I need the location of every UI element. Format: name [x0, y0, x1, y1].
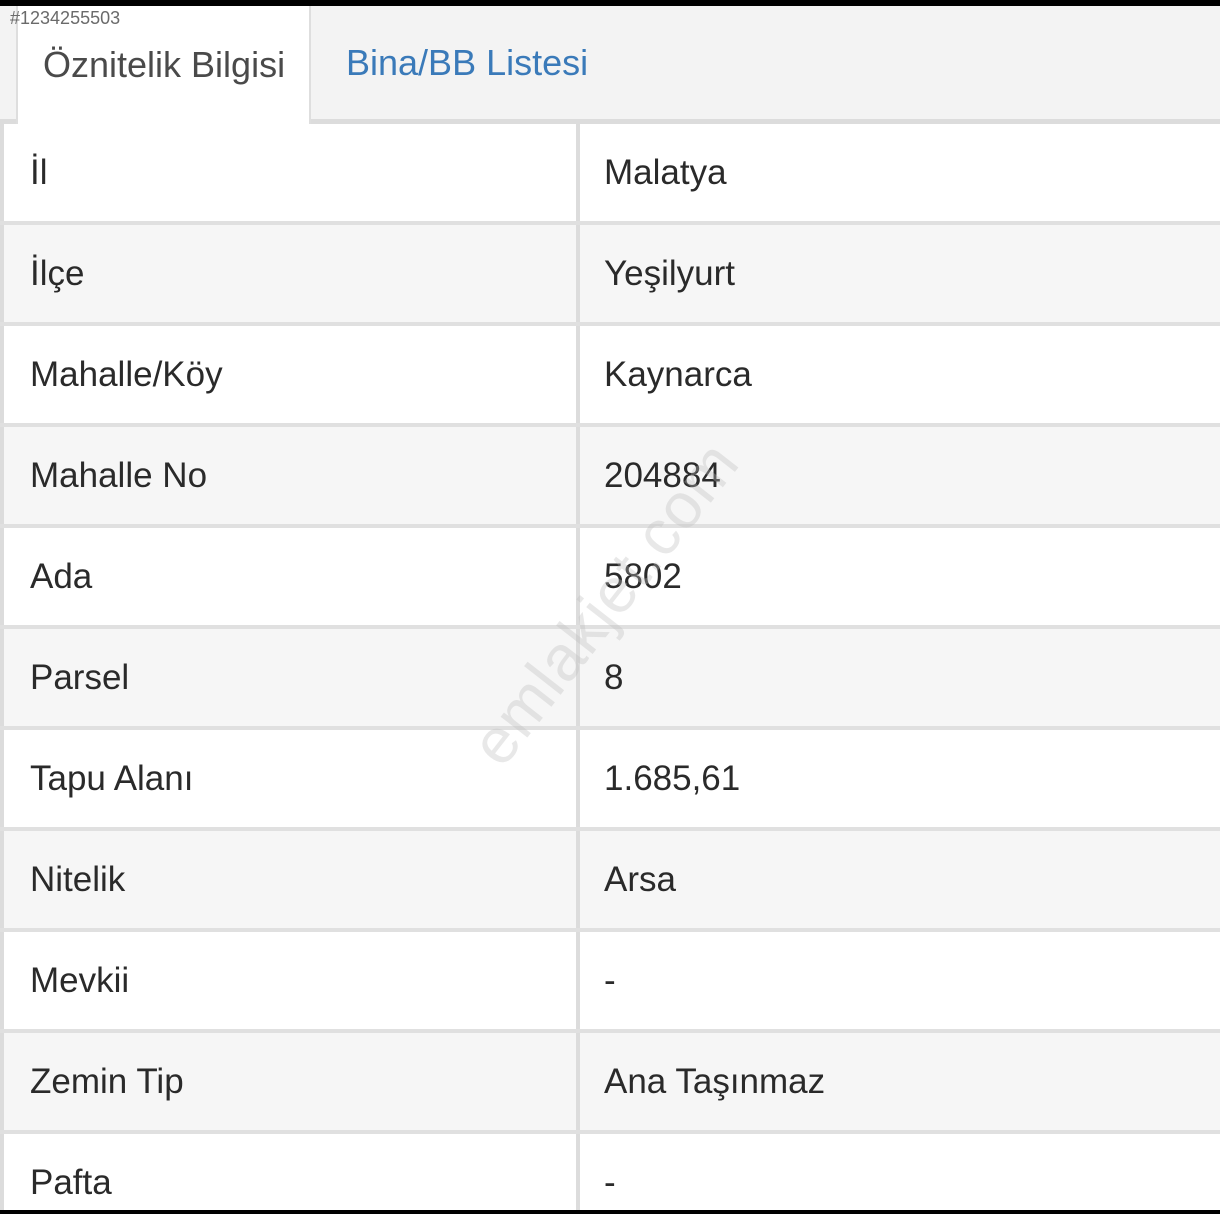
row-label: Zemin Tip	[0, 1033, 580, 1130]
row-label: Pafta	[0, 1134, 580, 1210]
row-value: 204884	[604, 455, 721, 495]
row-value: Yeşilyurt	[604, 253, 735, 293]
row-value: Arsa	[604, 859, 676, 899]
row-value: 8	[604, 657, 624, 697]
tab-bar: Öznitelik Bilgisi Bina/BB Listesi	[0, 6, 1220, 124]
row-value: 5802	[604, 556, 682, 596]
listing-id: #1234255503	[10, 8, 121, 28]
row-label: Mahalle/Köy	[0, 326, 580, 423]
row-value: -	[604, 960, 616, 1000]
attribute-table: İl Malatya İlçe Yeşilyurt Mahalle/Köy Ka…	[0, 124, 1220, 1210]
table-row: Parsel 8	[0, 629, 1220, 730]
table-row: İlçe Yeşilyurt	[0, 225, 1220, 326]
screen: #1234255503 Öznitelik Bilgisi Bina/BB Li…	[0, 6, 1220, 1210]
row-label: Nitelik	[0, 831, 580, 928]
row-label: Parsel	[0, 629, 580, 726]
row-value: Kaynarca	[604, 354, 752, 394]
row-value: Ana Taşınmaz	[604, 1061, 826, 1101]
table-row: Pafta -	[0, 1134, 1220, 1210]
table-row: Mahalle/Köy Kaynarca	[0, 326, 1220, 427]
row-label: Mevkii	[0, 932, 580, 1029]
row-value: -	[604, 1162, 616, 1202]
row-value: Malatya	[604, 152, 727, 192]
row-label: İlçe	[0, 225, 580, 322]
table-row: İl Malatya	[0, 124, 1220, 225]
table-row: Ada 5802	[0, 528, 1220, 629]
tab-bina-bb-listesi[interactable]: Bina/BB Listesi	[346, 6, 588, 119]
row-label: Ada	[0, 528, 580, 625]
table-row: Mevkii -	[0, 932, 1220, 1033]
table-row: Nitelik Arsa	[0, 831, 1220, 932]
table-row: Tapu Alanı 1.685,61	[0, 730, 1220, 831]
row-label: İl	[0, 124, 580, 221]
row-label: Mahalle No	[0, 427, 580, 524]
table-row: Mahalle No 204884	[0, 427, 1220, 528]
table-row: Zemin Tip Ana Taşınmaz	[0, 1033, 1220, 1134]
row-value: 1.685,61	[604, 758, 741, 798]
row-label: Tapu Alanı	[0, 730, 580, 827]
